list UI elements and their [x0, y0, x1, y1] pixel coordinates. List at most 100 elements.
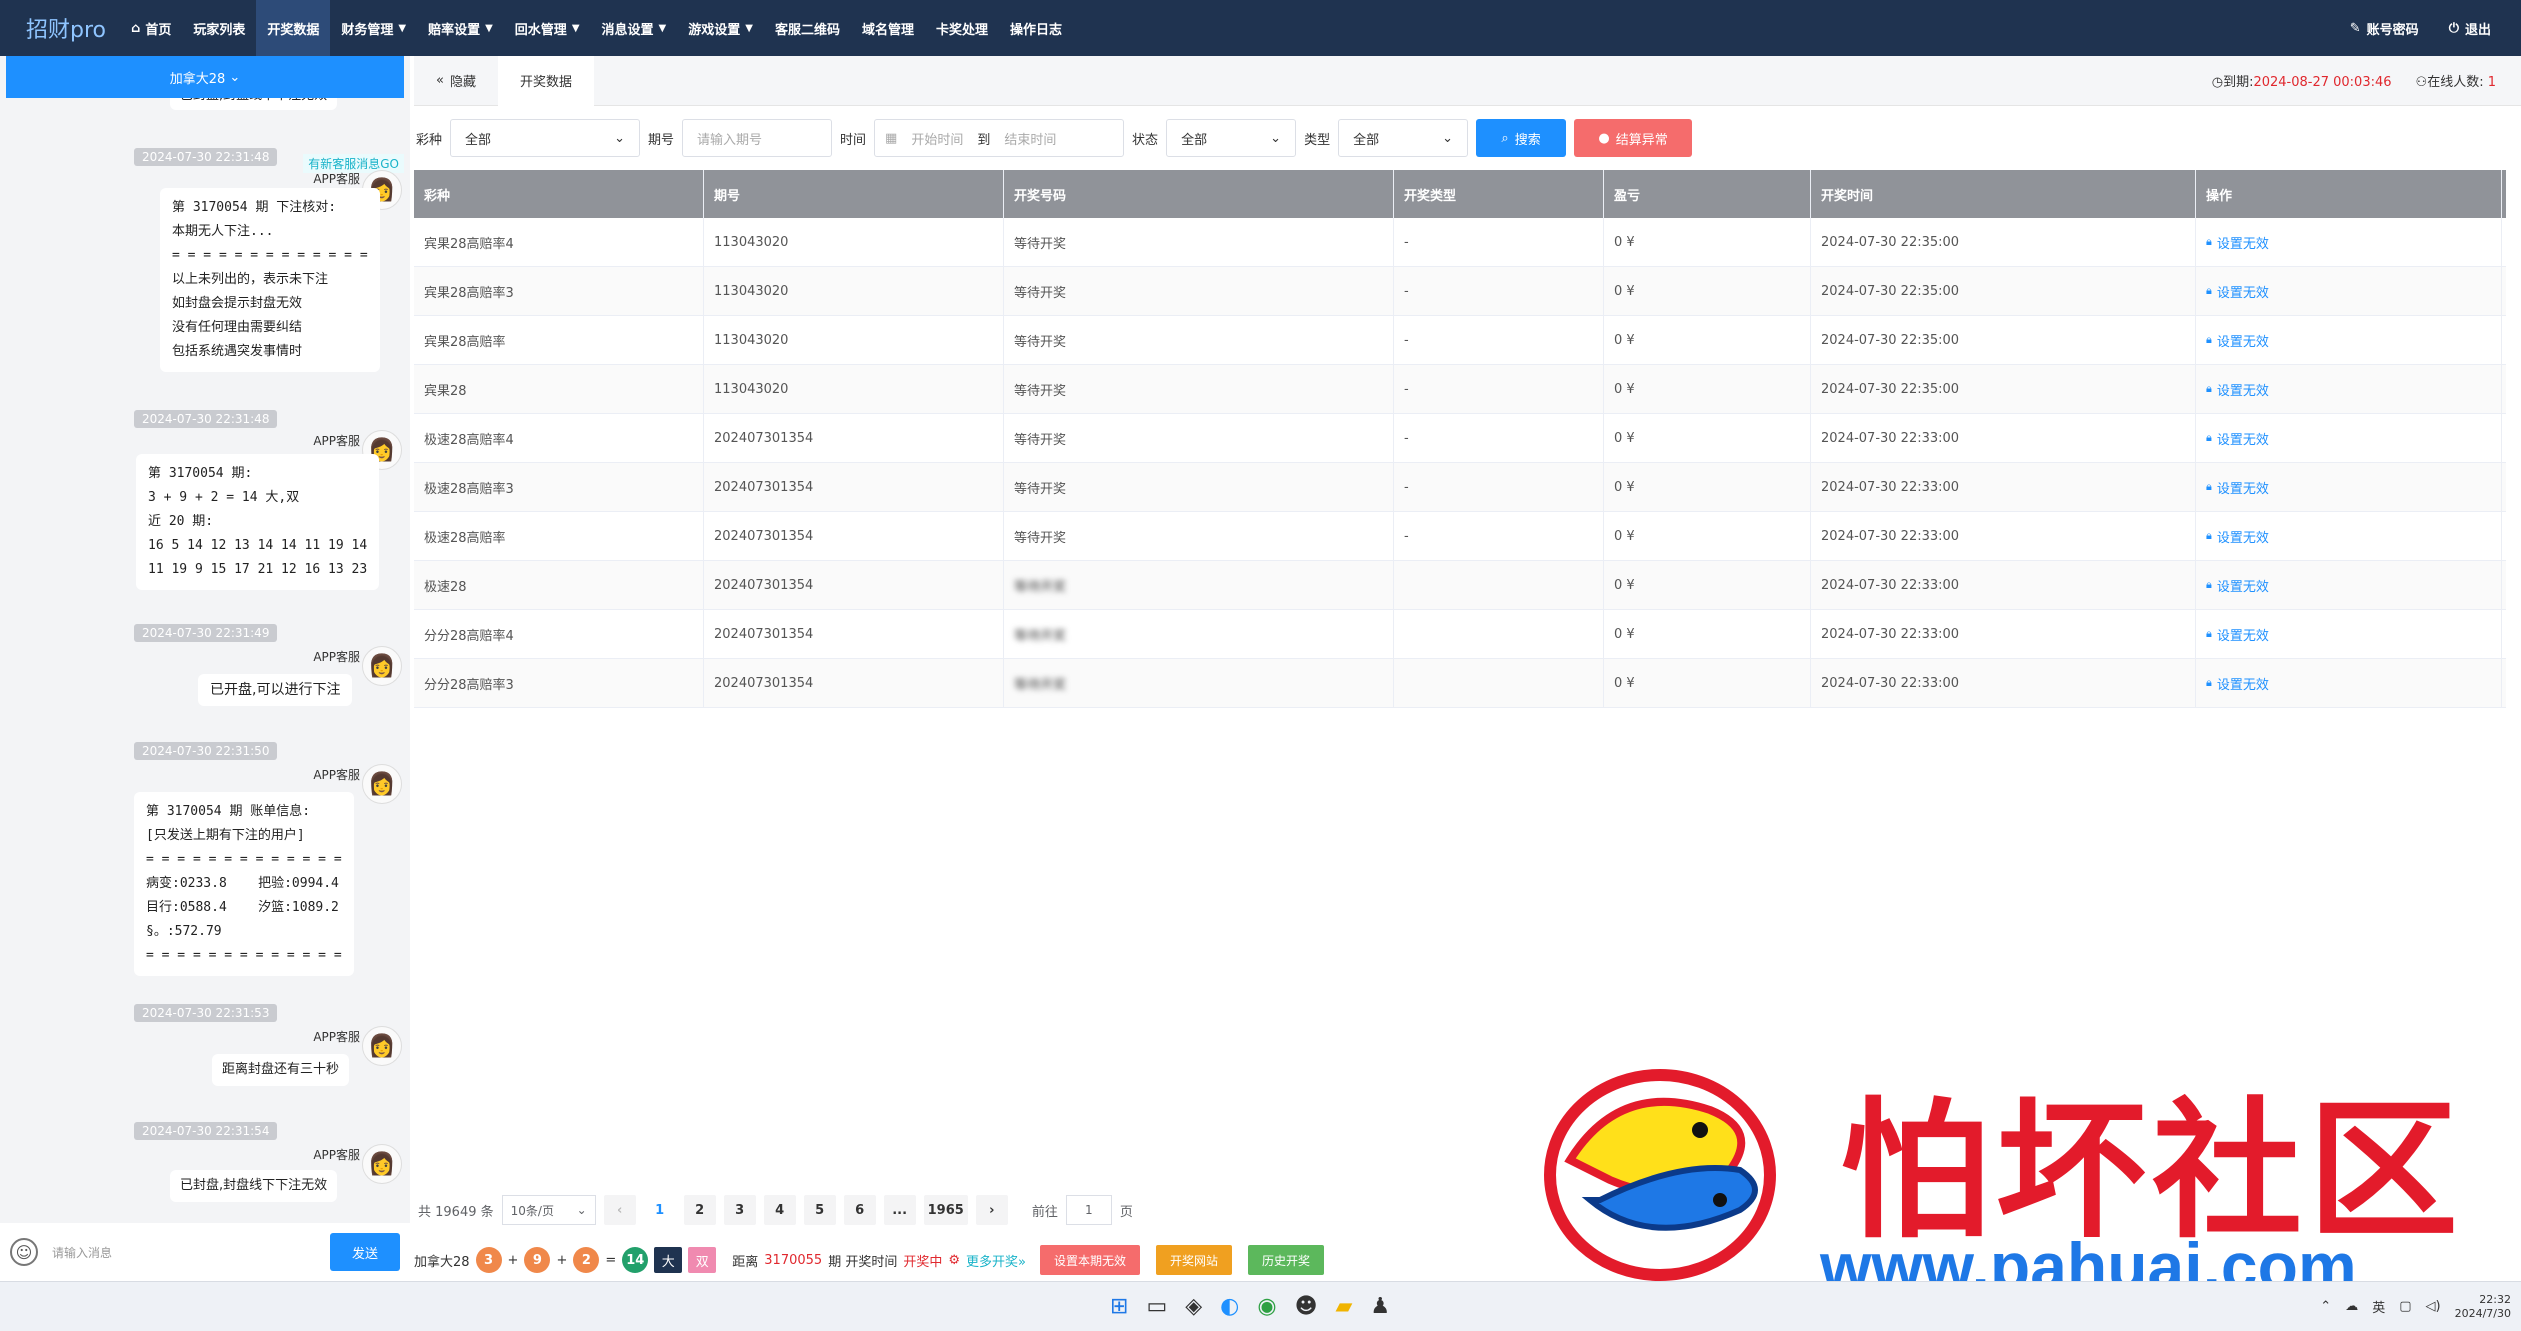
- nav-messages[interactable]: 消息设置 ▼: [591, 0, 678, 56]
- table-cell: 2024-07-30 22:33:00: [1811, 512, 2196, 560]
- search-button[interactable]: ⌕ 搜索: [1476, 119, 1567, 157]
- cell-text: 113043020: [714, 234, 789, 250]
- period-input[interactable]: 请输入期号: [682, 119, 833, 157]
- chat-message-input[interactable]: 请输入消息: [52, 1244, 330, 1261]
- hide-sidebar-button[interactable]: «隐藏: [414, 56, 498, 106]
- chevron-down-icon: ⌄: [614, 130, 626, 146]
- set-invalid-link[interactable]: 🔒︎ 设置无效: [2206, 233, 2269, 252]
- folder-icon[interactable]: ▰: [1336, 1294, 1353, 1319]
- set-invalid-link[interactable]: 🔒︎ 设置无效: [2206, 625, 2269, 644]
- qq-icon[interactable]: ♟: [1370, 1294, 1390, 1319]
- nav-game-settings[interactable]: 游戏设置 ▼: [677, 0, 764, 56]
- lottery-select[interactable]: 全部 ⌄: [450, 119, 641, 157]
- cell-text: 极速28高赔率3: [424, 481, 514, 497]
- nav-domain[interactable]: 域名管理: [851, 0, 925, 56]
- app-logo[interactable]: 招财pro: [0, 12, 120, 44]
- tab-draw-data[interactable]: 开奖数据: [497, 55, 594, 106]
- page-button[interactable]: 1965: [923, 1195, 968, 1225]
- set-invalid-link[interactable]: 🔒︎ 设置无效: [2206, 576, 2269, 595]
- system-clock[interactable]: 22:32 2024/7/30: [2455, 1293, 2511, 1321]
- app-icon[interactable]: ◈: [1185, 1294, 1202, 1319]
- nav-operation-log[interactable]: 操作日志: [999, 0, 1073, 56]
- set-invalid-link[interactable]: 🔒︎ 设置无效: [2206, 380, 2269, 399]
- date-range-picker[interactable]: ▦ 开始时间 到 结束时间: [874, 119, 1125, 157]
- nav-finance[interactable]: 财务管理 ▼: [330, 0, 417, 56]
- next-page-button[interactable]: ›: [975, 1195, 1008, 1225]
- page-button[interactable]: 4: [763, 1195, 796, 1225]
- table-cell: 202407301354: [704, 561, 1004, 609]
- emoji-icon[interactable]: ☺: [10, 1238, 38, 1266]
- home-icon: ⌂: [131, 20, 141, 36]
- start-time-input[interactable]: 开始时间: [911, 129, 963, 148]
- app-icon[interactable]: ☻: [1295, 1294, 1318, 1319]
- nav-rebate[interactable]: 回水管理 ▼: [504, 0, 591, 56]
- account-password-button[interactable]: ✎ 账号密码: [2350, 19, 2419, 38]
- draw-site-button[interactable]: 开奖网站: [1156, 1245, 1233, 1275]
- avatar: 👩: [362, 1144, 402, 1184]
- message-sender: APP客服: [313, 172, 360, 186]
- table-cell: 🔒︎ 设置无效: [2196, 414, 2502, 462]
- page-size-select[interactable]: 10条/页 ⌄: [501, 1195, 596, 1225]
- set-invalid-link[interactable]: 🔒︎ 设置无效: [2206, 331, 2269, 350]
- page-ellipsis[interactable]: ...: [883, 1195, 916, 1225]
- logout-button[interactable]: ⏻ 退出: [2449, 19, 2491, 38]
- table-cell: 等待开奖: [1004, 610, 1394, 658]
- windows-start-icon[interactable]: ⊞: [1110, 1294, 1128, 1319]
- history-draw-button[interactable]: 历史开奖: [1248, 1245, 1325, 1275]
- cell-text: 2024-07-30 22:33:00: [1821, 479, 1960, 495]
- tab-bar: «隐藏 开奖数据 ◷到期:2024-08-27 00:03:46 ⚇在线人数: …: [414, 55, 2521, 106]
- chevron-down-icon: ▼: [745, 22, 753, 34]
- task-view-icon[interactable]: ▭: [1146, 1294, 1167, 1319]
- send-button[interactable]: 发送: [330, 1233, 400, 1271]
- taskbar-apps: ⊞ ▭ ◈ ◐ ◉ ☻ ▰ ♟: [1110, 1294, 1390, 1319]
- chrome-icon[interactable]: ◉: [1257, 1294, 1276, 1319]
- table-cell: 113043020: [704, 267, 1004, 315]
- nav-odds[interactable]: 赔率设置 ▼: [417, 0, 504, 56]
- chat-message-list[interactable]: 已封盘,封盘线下下注无效 2024-07-30 22:31:48 有新客服消息G…: [0, 98, 410, 1223]
- nav-service-qr[interactable]: 客服二维码: [764, 0, 851, 56]
- more-draws-link[interactable]: 更多开奖»: [966, 1251, 1026, 1270]
- chat-game-selector[interactable]: 加拿大28 ⌄: [6, 56, 404, 98]
- chat-bubble: 第 3170054 期 账单信息: [只发送上期有下注的用户] = = = = …: [134, 792, 354, 976]
- cell-text: 2024-07-30 22:35:00: [1821, 283, 1960, 299]
- cell-text: 0 ¥: [1614, 381, 1635, 397]
- table-cell: 分分28高赔率4: [414, 610, 704, 658]
- table-cell: 0 ¥: [1604, 267, 1811, 315]
- set-period-invalid-button[interactable]: 设置本期无效: [1039, 1245, 1140, 1275]
- set-invalid-link[interactable]: 🔒︎ 设置无效: [2206, 478, 2269, 497]
- table-cell: 🔒︎ 设置无效: [2196, 267, 2502, 315]
- cell-text: 极速28: [424, 579, 467, 595]
- edge-browser-icon[interactable]: ◐: [1220, 1294, 1239, 1319]
- cell-text: 等待开奖: [1014, 628, 1067, 644]
- page-button[interactable]: 5: [803, 1195, 836, 1225]
- table-cell: 202407301354: [704, 610, 1004, 658]
- page-button[interactable]: 1: [643, 1195, 676, 1225]
- nav-card-draw[interactable]: 卡奖处理: [925, 0, 999, 56]
- set-invalid-link[interactable]: 🔒︎ 设置无效: [2206, 527, 2269, 546]
- tray-chevron-up-icon[interactable]: ⌃: [2320, 1299, 2331, 1314]
- os-taskbar: ⊞ ▭ ◈ ◐ ◉ ☻ ▰ ♟ ⌃ ☁ 英 ▢ ◁) 22:32 2024/7/…: [0, 1281, 2521, 1331]
- settle-exception-button[interactable]: ● 结算异常: [1574, 119, 1693, 157]
- set-invalid-link[interactable]: 🔒︎ 设置无效: [2206, 674, 2269, 693]
- table-cell: 0 ¥: [1604, 561, 1811, 609]
- nav-home[interactable]: ⌂ 首页: [120, 0, 182, 56]
- table-cell: 🔒︎ 设置无效: [2196, 316, 2502, 364]
- table-cell: 🔒︎ 设置无效: [2196, 463, 2502, 511]
- table-cell: 0 ¥: [1604, 316, 1811, 364]
- input-language[interactable]: 英: [2372, 1297, 2385, 1316]
- nav-player-list[interactable]: 玩家列表: [182, 0, 256, 56]
- display-icon[interactable]: ▢: [2399, 1299, 2411, 1314]
- page-button[interactable]: 3: [723, 1195, 756, 1225]
- page-button[interactable]: 2: [683, 1195, 716, 1225]
- set-invalid-link[interactable]: 🔒︎ 设置无效: [2206, 282, 2269, 301]
- page-button[interactable]: 6: [843, 1195, 876, 1225]
- set-invalid-link[interactable]: 🔒︎ 设置无效: [2206, 429, 2269, 448]
- end-time-input[interactable]: 结束时间: [1004, 129, 1056, 148]
- nav-draw-data[interactable]: 开奖数据: [256, 0, 331, 56]
- network-icon[interactable]: ☁: [2345, 1299, 2358, 1314]
- goto-page-input[interactable]: 1: [1065, 1195, 1112, 1225]
- prev-page-button[interactable]: ‹: [603, 1195, 636, 1225]
- type-select[interactable]: 全部 ⌄: [1338, 119, 1469, 157]
- volume-icon[interactable]: ◁): [2426, 1299, 2441, 1314]
- status-select[interactable]: 全部 ⌄: [1166, 119, 1297, 157]
